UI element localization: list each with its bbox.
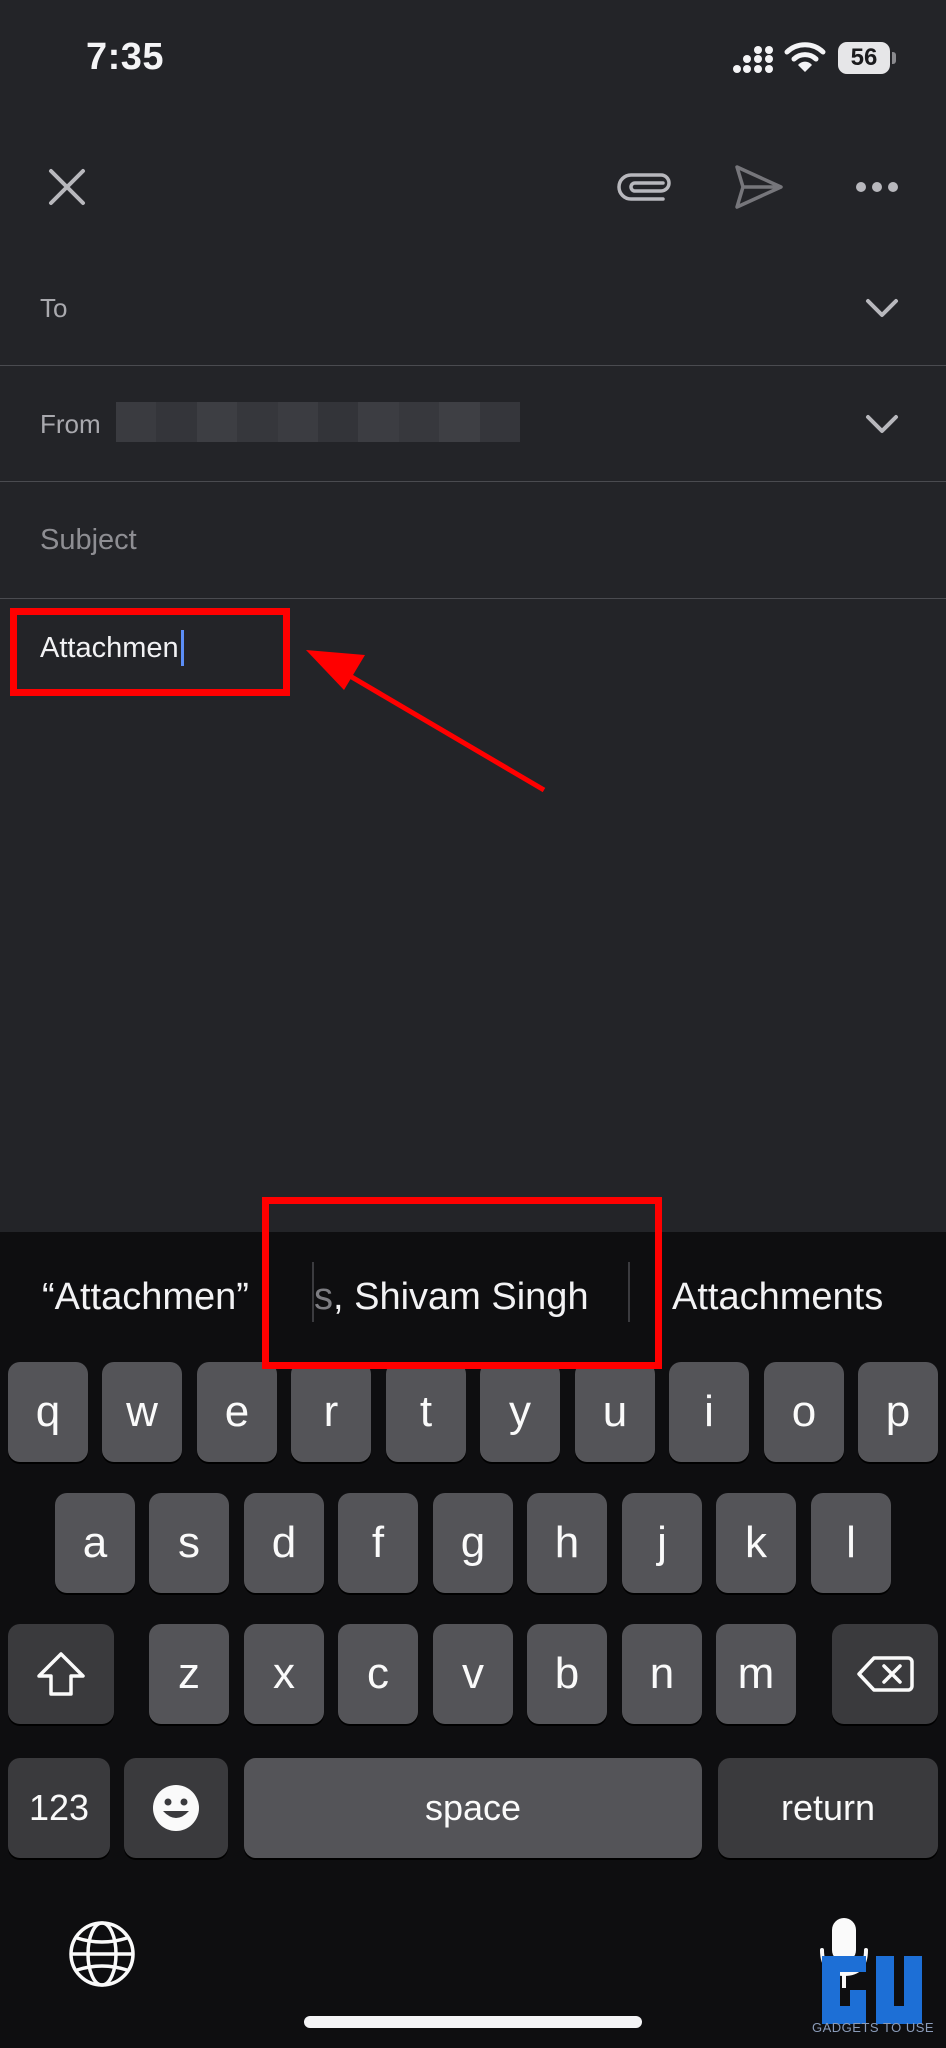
key-a[interactable]: a (55, 1493, 135, 1593)
key-r[interactable]: r (291, 1362, 371, 1462)
key-x[interactable]: x (244, 1624, 324, 1724)
key-s[interactable]: s (149, 1493, 229, 1593)
key-w[interactable]: w (102, 1362, 182, 1462)
key-z[interactable]: z (149, 1624, 229, 1724)
backspace-icon (857, 1656, 914, 1692)
shift-icon (37, 1652, 85, 1696)
space-key[interactable]: space (244, 1758, 702, 1858)
key-n[interactable]: n (622, 1624, 702, 1724)
numbers-key[interactable]: 123 (8, 1758, 110, 1858)
key-t[interactable]: t (386, 1362, 466, 1462)
globe-icon[interactable] (66, 1918, 138, 1990)
key-c[interactable]: c (338, 1624, 418, 1724)
watermark-text: GADGETS TO USE (812, 2020, 935, 2035)
key-h[interactable]: h (527, 1493, 607, 1593)
key-d[interactable]: d (244, 1493, 324, 1593)
key-f[interactable]: f (338, 1493, 418, 1593)
key-k[interactable]: k (716, 1493, 796, 1593)
suggestion-right[interactable]: Attachments (672, 1232, 883, 1362)
key-i[interactable]: i (669, 1362, 749, 1462)
key-e[interactable]: e (197, 1362, 277, 1462)
key-g[interactable]: g (433, 1493, 513, 1593)
emoji-icon (153, 1785, 199, 1831)
key-q[interactable]: q (8, 1362, 88, 1462)
key-m[interactable]: m (716, 1624, 796, 1724)
key-y[interactable]: y (480, 1362, 560, 1462)
key-p[interactable]: p (858, 1362, 938, 1462)
home-indicator[interactable] (304, 2016, 642, 2028)
shift-key[interactable] (8, 1624, 114, 1724)
return-key[interactable]: return (718, 1758, 938, 1858)
key-l[interactable]: l (811, 1493, 891, 1593)
key-u[interactable]: u (575, 1362, 655, 1462)
backspace-key[interactable] (832, 1624, 938, 1724)
key-j[interactable]: j (622, 1493, 702, 1593)
annotation-box-suggestion (262, 1197, 662, 1369)
emoji-key[interactable] (124, 1758, 228, 1858)
key-b[interactable]: b (527, 1624, 607, 1724)
suggestion-literal[interactable]: “Attachmen” (42, 1232, 249, 1362)
key-o[interactable]: o (764, 1362, 844, 1462)
key-v[interactable]: v (433, 1624, 513, 1724)
